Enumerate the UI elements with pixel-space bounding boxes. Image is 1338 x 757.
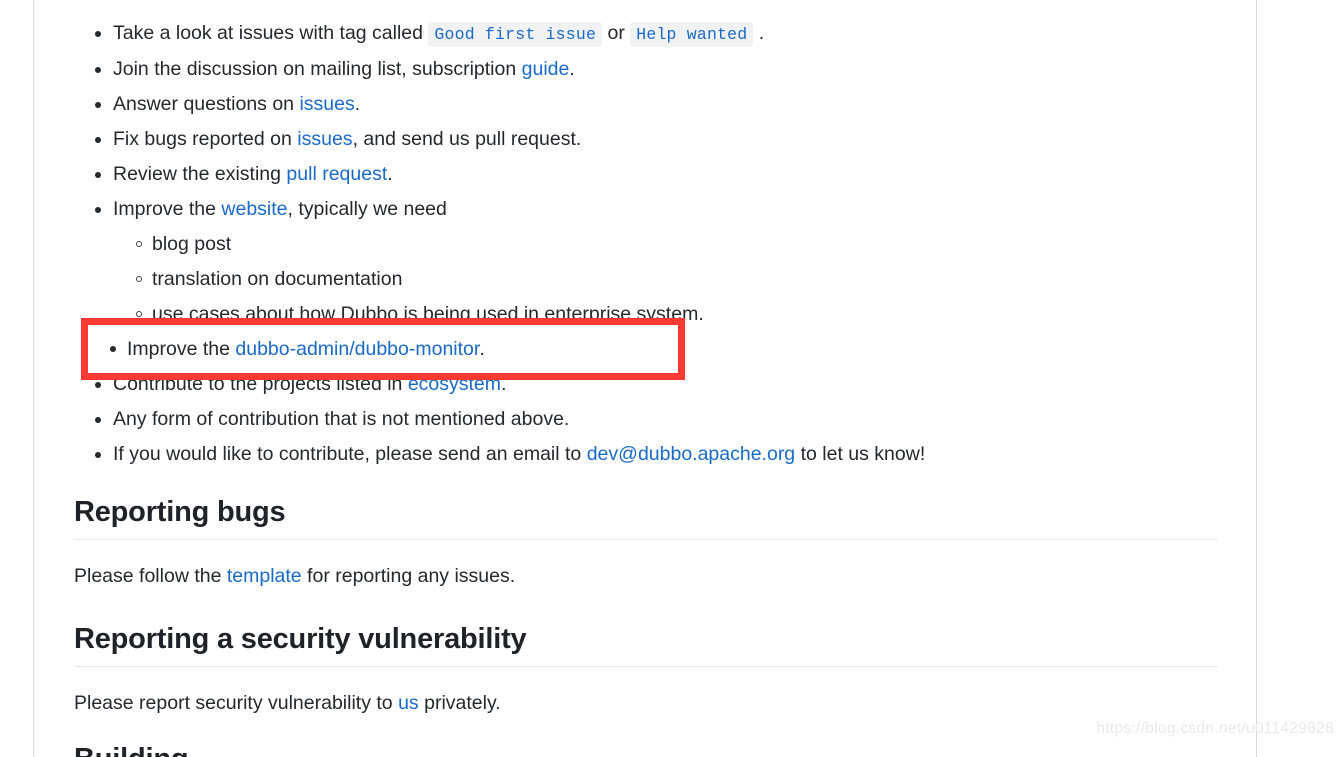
- send-email-link-1[interactable]: dev@dubbo.apache.org: [587, 443, 795, 465]
- list-item-answer-questions: Answer questions on issues.: [74, 87, 1219, 122]
- section-heading-security: Reporting a security vulnerability: [74, 621, 1218, 667]
- section-heading-reporting-bugs: Reporting bugs: [74, 494, 1218, 540]
- bullet-icon: [95, 31, 101, 37]
- fix-bugs-text-2: , and send us pull request.: [352, 128, 582, 150]
- fix-bugs-text-0: Fix bugs reported on: [113, 128, 298, 150]
- red-highlight-box: Improve the dubbo-admin/dubbo-monitor.: [81, 318, 685, 380]
- good-first-issue-code-tag-3: Help wanted: [630, 22, 754, 47]
- good-first-issue-text-2: or: [602, 22, 631, 44]
- fix-bugs-link-1[interactable]: issues: [297, 128, 352, 150]
- section-heading-building: Building: [74, 741, 1218, 757]
- reporting-bugs-para-link-1[interactable]: template: [227, 565, 302, 587]
- bullet-icon: [95, 137, 101, 143]
- highlighted-link-1[interactable]: dubbo-admin/dubbo-monitor: [235, 338, 479, 360]
- mailing-list-text-0: Join the discussion on mailing list, sub…: [113, 58, 522, 80]
- send-email-text-0: If you would like to contribute, please …: [113, 443, 587, 465]
- reporting-bugs-para-text-2: for reporting any issues.: [301, 565, 516, 587]
- list-item-good-first-issue: Take a look at issues with tag called Go…: [74, 16, 1219, 52]
- highlighted-list-item: Improve the dubbo-admin/dubbo-monitor.: [96, 335, 485, 363]
- good-first-issue-text-0: Take a look at issues with tag called: [113, 22, 429, 44]
- section-heading-reporting-bugs-wrap: Reporting bugs: [74, 494, 1218, 540]
- section-heading-security-wrap: Reporting a security vulnerability: [74, 621, 1218, 667]
- security-para-link-1[interactable]: us: [398, 692, 419, 714]
- improve-website-text-2: , typically we need: [287, 198, 447, 220]
- highlighted-text-2: .: [479, 338, 485, 360]
- bullet-icon: [95, 67, 101, 73]
- highlighted-text-0: Improve the: [127, 338, 236, 360]
- reporting-bugs-para-text-0: Please follow the: [74, 565, 227, 587]
- hollow-bullet-icon: [136, 241, 142, 247]
- page-frame-right-rule: [1256, 0, 1257, 757]
- sub-list-wrapper: blog post translation on documentation use…: [74, 227, 1219, 332]
- section-paragraph-reporting-bugs: Please follow the template for reporting…: [74, 561, 515, 591]
- send-email-text-2: to let us know!: [795, 443, 926, 465]
- bullet-icon: [95, 102, 101, 108]
- bullet-icon: [95, 207, 101, 213]
- good-first-issue-code-tag-1: Good first issue: [428, 22, 603, 47]
- any-form-text-0: Any form of contribution that is not men…: [113, 408, 570, 430]
- review-pull-request-text-0: Review the existing: [113, 163, 287, 185]
- answer-questions-link-1[interactable]: issues: [299, 93, 354, 115]
- list-item-fix-bugs: Fix bugs reported on issues, and send us…: [74, 122, 1219, 157]
- bullet-icon: [95, 382, 101, 388]
- bullet-icon: [95, 417, 101, 423]
- list-item-improve-website: Improve the website, typically we need: [74, 192, 1219, 227]
- translation-text-0: translation on documentation: [152, 268, 403, 290]
- bullet-icon: [95, 452, 101, 458]
- contribution-list: Take a look at issues with tag called Go…: [74, 16, 1219, 472]
- list-item-mailing-list: Join the discussion on mailing list, sub…: [74, 52, 1219, 87]
- security-para-text-2: privately.: [418, 692, 501, 714]
- hollow-bullet-icon: [136, 276, 142, 282]
- list-item-review-pull-request: Review the existing pull request.: [74, 157, 1219, 192]
- hollow-bullet-icon: [136, 311, 142, 317]
- csdn-watermark: https://blog.csdn.net/u011429828: [1096, 720, 1334, 737]
- bullet-icon: [110, 346, 116, 352]
- good-first-issue-text-4: .: [753, 22, 765, 44]
- sub-list-item-translation: translation on documentation: [113, 262, 1219, 297]
- answer-questions-text-0: Answer questions on: [113, 93, 300, 115]
- improve-website-link-1[interactable]: website: [221, 198, 287, 220]
- sub-list-improve-website: blog post translation on documentation use…: [113, 227, 1219, 332]
- section-heading-building-wrap: Building: [74, 741, 1218, 757]
- blog-post-text-0: blog post: [152, 233, 232, 255]
- list-item-any-form: Any form of contribution that is not men…: [74, 402, 1219, 437]
- red-highlight-box-content: Improve the dubbo-admin/dubbo-monitor.: [88, 325, 678, 373]
- improve-website-text-0: Improve the: [113, 198, 222, 220]
- list-item-send-email: If you would like to contribute, please …: [74, 437, 1219, 472]
- sub-list-item-blog-post: blog post: [113, 227, 1219, 262]
- mailing-list-text-2: .: [569, 58, 575, 80]
- section-paragraph-security: Please report security vulnerability to …: [74, 688, 501, 718]
- answer-questions-text-2: .: [354, 93, 361, 115]
- mailing-list-link-1[interactable]: guide: [522, 58, 570, 80]
- security-para-text-0: Please report security vulnerability to: [74, 692, 399, 714]
- review-pull-request-link-1[interactable]: pull request: [286, 163, 387, 185]
- page-frame-left-rule: [33, 0, 34, 757]
- review-pull-request-text-2: .: [387, 163, 393, 185]
- bullet-icon: [95, 172, 101, 178]
